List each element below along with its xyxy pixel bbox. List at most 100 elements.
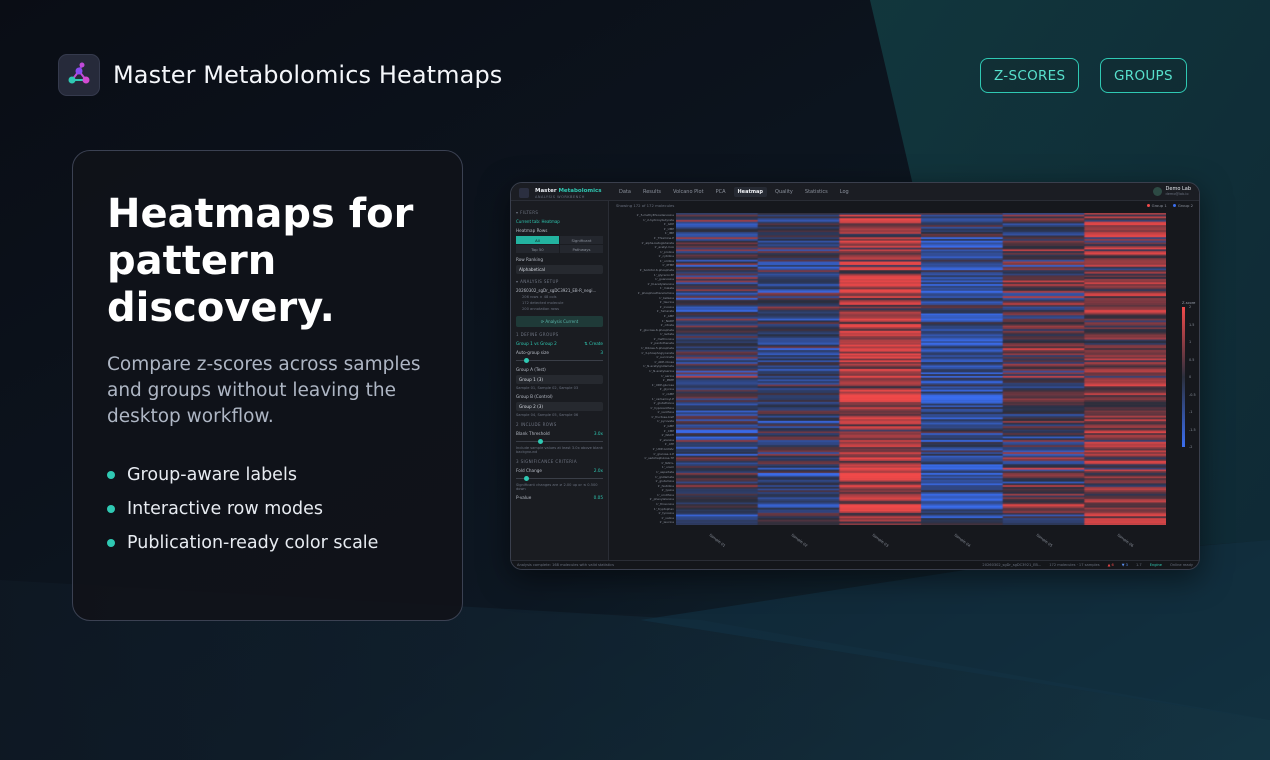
app-topbar: Master Metabolomics ANALYSIS WORKBENCH D… [511,183,1199,201]
status-file[interactable]: 20260302_sgDr_sgDC3921_EB... [982,563,1041,567]
feature-item: Interactive row modes [107,492,432,526]
row-mode-top[interactable]: Top 50 [516,245,559,253]
fold-change-slider[interactable] [516,475,603,481]
row-label: 1'_glucose-6-phosphate [639,327,674,332]
bullet-dot-icon [107,471,115,479]
status-down-count: ▼ 3 [1121,563,1128,567]
row-label: 1'_N-acetylalanine [647,281,674,286]
feature-label: Group-aware labels [127,465,297,485]
row-label: 1'_dTMP [662,263,674,268]
row-label: 1'_phosphoethanolamine [637,291,674,295]
user-email: demo@lab.io [1165,192,1189,196]
row-label: 1'_lactate [659,332,674,337]
tab-heatmap[interactable]: Heatmap [733,187,768,197]
analysis-setup-section[interactable]: ▾ ANALYSIS SETUP [516,279,603,284]
filters-section[interactable]: ▾ FILTERS [516,210,603,215]
row-mode-all[interactable]: All [516,236,559,244]
run-analysis-button[interactable]: ⟳ Analysis Current [516,316,603,327]
row-label: 1'_phenylalanine [649,497,674,502]
blank-threshold-label: Blank Threshold [516,431,550,436]
blank-threshold-slider[interactable] [516,438,603,444]
row-label: 1'_uridine [659,258,674,263]
file-meta: 206 rows × 48 cols [522,295,557,299]
tab-data[interactable]: Data [615,187,635,197]
status-message: Analysis complete: 168 molecules with va… [517,563,615,567]
legend-dot-icon [1146,204,1150,207]
row-label: 1'_glycerol-3P [653,272,674,277]
row-label: 1'_3-phosphoglycerate [641,350,674,355]
zscores-nav-button[interactable]: Z-SCORES [980,58,1080,93]
row-label: 1'_UDP-GlcNAc [652,447,674,451]
row-mode-significant[interactable]: Significant [560,236,603,244]
file-meta: 200 annotation rows [522,307,560,311]
tab-statistics[interactable]: Statistics [801,187,832,197]
tab-volcano-plot[interactable]: Volcano Plot [669,187,708,197]
row-label: 1'_taurine [659,300,674,305]
app-name-accent: Metabolomics [558,188,602,194]
row-label: 1'_glutamine [655,479,674,484]
sidebar: ▾ FILTERS Current tab: Heatmap Heatmap R… [511,201,609,560]
row-mode-pathways[interactable]: Pathways [560,245,603,253]
heatmap-grid[interactable] [676,213,1166,525]
sample-label: Sample 05 [1035,533,1053,548]
row-label: 1'_serine [661,373,674,378]
row-label: 1'_glutamate [655,474,674,479]
groups-nav-button[interactable]: GROUPS [1100,58,1187,93]
user-menu[interactable]: Demo Lab demo@lab.io [1152,186,1191,196]
sample-label: Sample 06 [1116,533,1135,548]
row-label: 1'_glutathione [653,401,674,406]
tab-results[interactable]: Results [639,187,665,197]
row-label: 1'_cAMP [662,391,674,396]
data-file[interactable]: 20260302_sgDr_sgDC3921_EB-R_negi... [516,288,603,293]
auto-group-slider[interactable] [516,357,603,363]
group-b-label: Group B (Control) [516,394,553,399]
auto-group-label: Auto-group size [516,350,549,355]
group-b-select[interactable]: Group 2 (3) [516,402,603,411]
row-ranking-label: Row Ranking [516,257,543,262]
row-label: 1'_inosine [659,304,674,309]
row-ranking-select[interactable]: Alphabetical [516,265,603,274]
blank-threshold-hint: Include sample values at least 3.0x abov… [516,446,603,454]
brand: Master Metabolomics Heatmaps [58,54,502,96]
status-engine: Engine [1149,563,1163,567]
group-b-samples: Sample 04, Sample 05, Sample 06 [516,413,579,417]
current-tab-link[interactable]: Current tab: Heatmap [516,219,603,224]
row-label: 1'_histidine [657,483,674,488]
row-label: 1'_fructose-bisP [651,414,674,419]
color-scale-tick: -2 [1189,445,1193,449]
row-label: 1'_alanine [659,437,674,442]
color-scale-tick: 0 [1189,375,1192,379]
avatar [1152,186,1162,196]
fold-change-hint: Significant changes are ≥ 2.00 up or ≤ 0… [516,483,598,491]
legend-dot-icon [1172,204,1176,207]
row-label: 1'_succinate [656,355,674,360]
row-label: 1'_sedoheptulose-7P [644,456,674,461]
tab-quality[interactable]: Quality [771,187,797,197]
legend-item: Group 2 [1172,203,1193,208]
group-comparison: Group 1 vs Group 2 ⇅ Create [516,341,603,346]
define-groups-section[interactable]: 1 DEFINE GROUPS [516,332,603,337]
file-meta: 172 detected molecule [522,301,564,305]
pvalue-value: 0.05 [593,495,603,500]
sample-label: Sample 02 [790,533,808,548]
include-rows-section[interactable]: 2 INCLUDE ROWS [516,422,603,427]
group-legend: Group 1 Group 2 [1146,203,1193,208]
row-label: 1'_Ribose-5-phosphate [641,346,674,351]
pvalue-label: P-value [516,495,532,500]
tab-log[interactable]: Log [836,187,853,197]
row-label: 1'_alpha-ketoglutarate [641,240,674,245]
row-label: 1'_ADP-ribose [654,359,674,364]
hero-headline: Heatmaps for pattern discovery. [107,191,414,331]
group-a-select[interactable]: Group 1 (3) [516,375,603,384]
row-label: 1'_betaine [658,295,674,300]
pvalue-row: P-value 0.05 [516,495,603,500]
tab-pca[interactable]: PCA [712,187,730,197]
significance-section[interactable]: 3 SIGNIFICANCE CRITERIA [516,459,603,464]
color-scale-tick: -0.5 [1189,392,1196,397]
row-label: 1'_UDP-glucose [651,382,674,387]
feature-label: Interactive row modes [127,499,323,519]
row-label: 1'_guanosine [654,277,674,282]
row-label: 1'_NAD+ [661,460,674,465]
create-groups-button[interactable]: ⇅ Create [584,341,603,346]
status-right: 20260302_sgDr_sgDC3921_EB... 172 molecul… [982,563,1193,567]
